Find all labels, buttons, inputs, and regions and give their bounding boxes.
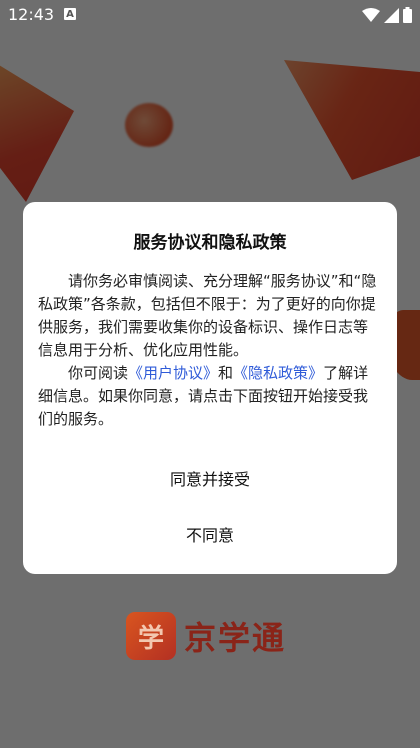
user-agreement-link[interactable]: 《用户协议》: [128, 364, 218, 382]
app-logo: 学 京学通: [126, 612, 286, 660]
p2-and: 和: [218, 364, 234, 382]
signal-icon: [384, 7, 399, 23]
dialog-body: 请你务必审慎阅读、充分理解“服务协议”和“隐私政策”各条款，包括但不限于：为了更…: [38, 270, 379, 431]
agree-button[interactable]: 同意并接受: [23, 458, 397, 498]
battery-icon: [403, 7, 412, 23]
privacy-dialog: 服务协议和隐私政策 请你务必审慎阅读、充分理解“服务协议”和“隐私政策”各条款，…: [23, 202, 397, 574]
notification-icon: A: [64, 8, 76, 20]
p2-prefix: 你可阅读: [68, 364, 129, 382]
app-name: 京学通: [184, 619, 287, 657]
dialog-paragraph-1: 请你务必审慎阅读、充分理解“服务协议”和“隐私政策”各条款，包括但不限于：为了更…: [38, 272, 377, 359]
dialog-title: 服务协议和隐私政策: [133, 233, 287, 253]
status-time: 12:43: [8, 5, 55, 24]
dialog-paragraph-2: 你可阅读《用户协议》和《隐私政策》了解详细信息。如果你同意，请点击下面按钮开始接…: [38, 362, 379, 431]
wifi-icon: [362, 7, 380, 22]
status-icons: [362, 7, 412, 23]
disagree-button[interactable]: 不同意: [23, 514, 397, 554]
app-logo-mark: 学: [126, 612, 176, 660]
privacy-policy-link[interactable]: 《隐私政策》: [233, 364, 323, 382]
status-bar: 12:43 A: [0, 0, 420, 30]
